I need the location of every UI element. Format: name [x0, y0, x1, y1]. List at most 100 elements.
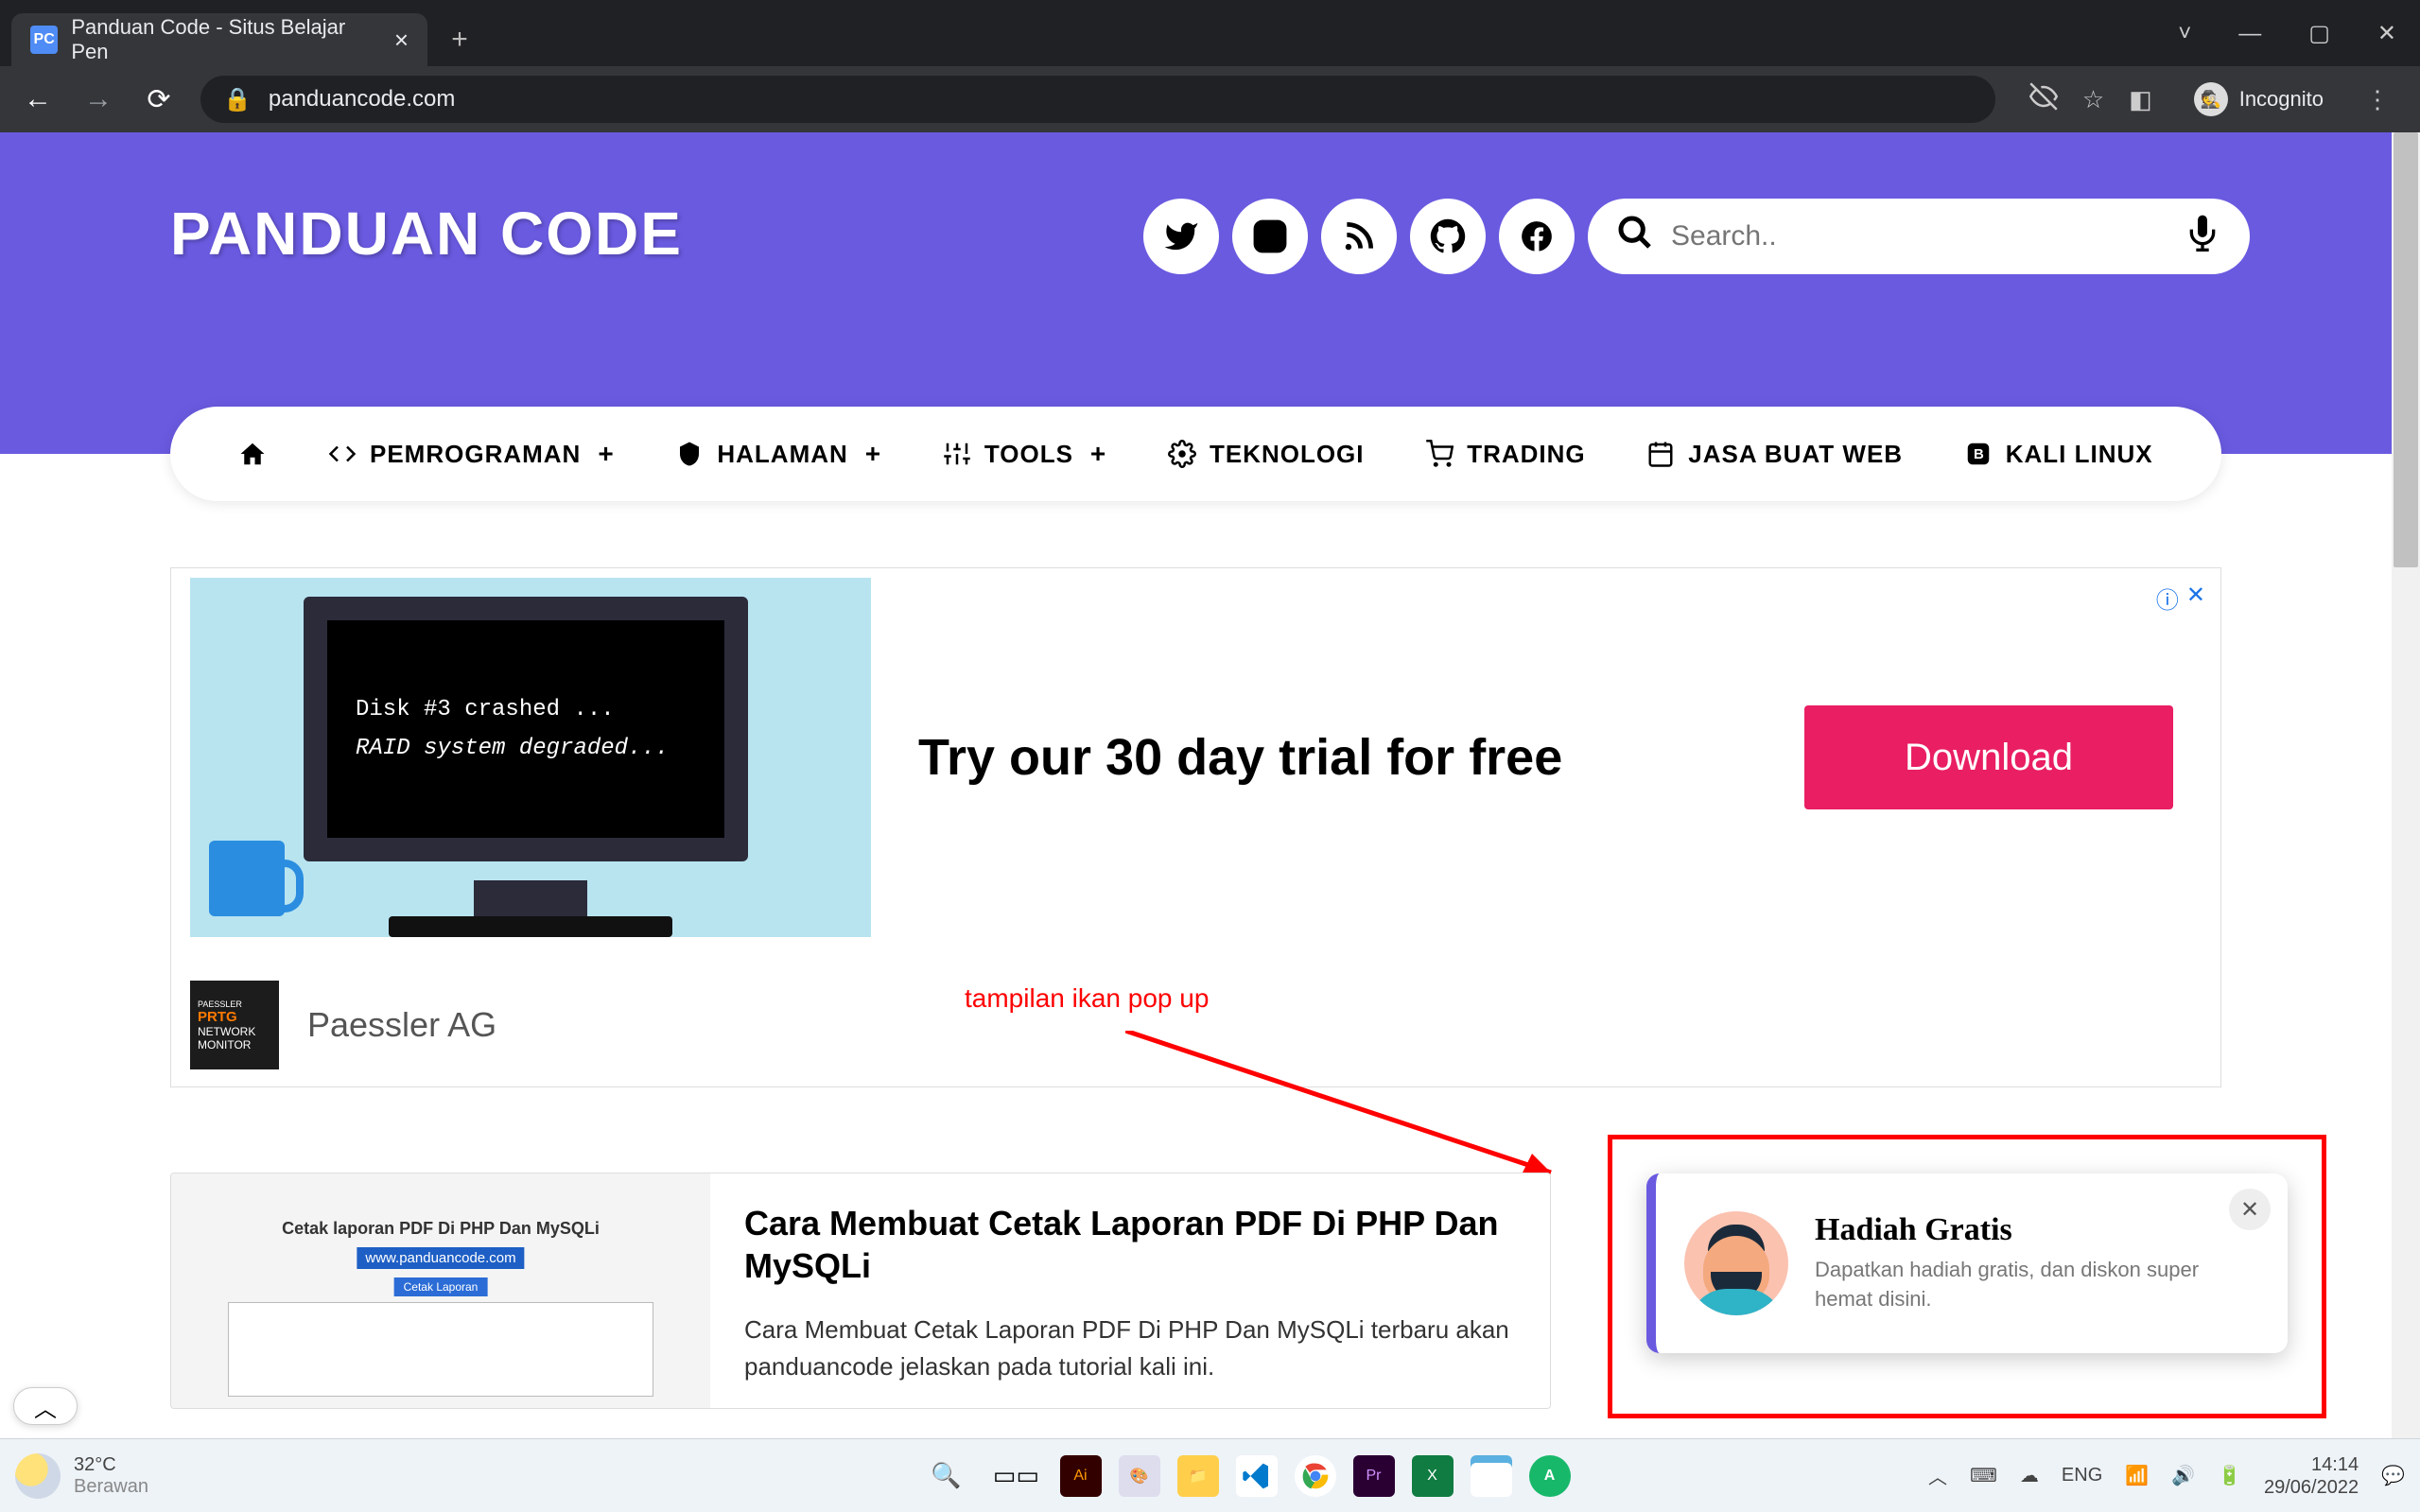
nav-label: KALI LINUX — [2006, 440, 2153, 469]
ad-advertiser: Paessler AG — [307, 1005, 496, 1045]
forward-button[interactable]: → — [79, 83, 117, 115]
article-thumbnail: Cetak laporan PDF Di PHP Dan MySQLi www.… — [171, 1173, 710, 1408]
vertical-scrollbar[interactable] — [2392, 132, 2420, 1438]
bookmark-star-icon[interactable]: ☆ — [2082, 85, 2104, 114]
site-brand[interactable]: PANDUAN CODE — [170, 199, 683, 269]
nav-label: TOOLS — [984, 440, 1073, 469]
task-view-icon[interactable]: ▭▭ — [990, 1450, 1043, 1503]
twitter-icon[interactable] — [1143, 199, 1219, 274]
excel-icon[interactable]: X — [1412, 1455, 1454, 1497]
minimize-icon[interactable]: — — [2238, 21, 2261, 47]
hero-section: PANDUAN CODE — [0, 132, 2420, 454]
svg-text:B: B — [1974, 446, 1985, 462]
maximize-icon[interactable]: ▢ — [2308, 20, 2330, 47]
ad-logo: PAESSLER PRTG NETWORK MONITOR — [190, 981, 279, 1069]
vscode-icon[interactable] — [1236, 1455, 1278, 1497]
search-icon — [1616, 214, 1654, 260]
gift-popup: Hadiah Gratis Dapatkan hadiah gratis, da… — [1646, 1173, 2288, 1353]
url-text: panduancode.com — [269, 86, 455, 113]
main-nav: PEMROGRAMAN+ HALAMAN+ TOOLS+ TEKNOLOGI T… — [170, 407, 2221, 501]
github-icon[interactable] — [1410, 199, 1486, 274]
ad-image: Disk #3 crashed ... RAID system degraded… — [190, 578, 871, 937]
ad-info-icon[interactable]: ⓘ — [2156, 582, 2179, 615]
back-button[interactable]: ← — [19, 83, 57, 115]
nav-pemrograman[interactable]: PEMROGRAMAN+ — [328, 439, 615, 469]
tray-clock[interactable]: 14:14 29/06/2022 — [2264, 1453, 2359, 1499]
start-button[interactable] — [850, 1450, 903, 1503]
illustrator-icon[interactable]: Ai — [1060, 1455, 1102, 1497]
lock-icon: 🔒 — [223, 86, 252, 113]
nav-halaman[interactable]: HALAMAN+ — [675, 439, 881, 469]
instagram-icon[interactable] — [1232, 199, 1308, 274]
tray-chevron-icon[interactable]: ︿ — [1928, 1462, 1947, 1489]
tray-notifications-icon[interactable]: 💬 — [2381, 1464, 2405, 1487]
tray-battery-icon[interactable]: 🔋 — [2218, 1464, 2241, 1487]
nav-label: JASA BUAT WEB — [1688, 440, 1903, 469]
popup-title: Hadiah Gratis — [1815, 1212, 2259, 1248]
address-bar[interactable]: 🔒 panduancode.com — [200, 76, 1995, 123]
search-input[interactable] — [1671, 220, 2167, 252]
avatar — [1684, 1211, 1788, 1315]
incognito-icon: 🕵️ — [2194, 82, 2228, 116]
facebook-icon[interactable] — [1499, 199, 1575, 274]
close-window-icon[interactable]: ✕ — [2377, 20, 2396, 47]
side-panel-icon[interactable]: ◧ — [2129, 85, 2152, 114]
new-tab-button[interactable]: + — [441, 21, 479, 59]
incognito-indicator[interactable]: 🕵️ Incognito — [2177, 77, 2341, 122]
incognito-label: Incognito — [2239, 87, 2324, 112]
nav-label: PEMROGRAMAN — [370, 440, 581, 469]
date: 29/06/2022 — [2264, 1476, 2359, 1499]
scroll-thumb[interactable] — [2394, 132, 2418, 567]
nav-tools[interactable]: TOOLS+ — [943, 439, 1106, 469]
chrome-icon[interactable] — [1295, 1455, 1336, 1497]
nav-home[interactable] — [238, 440, 267, 468]
annotation-label: tampilan ikan pop up — [965, 983, 1209, 1014]
article-card[interactable]: Cetak laporan PDF Di PHP Dan MySQLi www.… — [170, 1173, 1551, 1409]
premiere-icon[interactable]: Pr — [1353, 1455, 1395, 1497]
tray-keyboard-icon[interactable]: ⌨ — [1970, 1464, 1997, 1487]
ad-headline: Try our 30 day trial for free — [918, 728, 1562, 787]
notepad-icon[interactable] — [1471, 1455, 1512, 1497]
expand-button[interactable]: ︿ — [13, 1387, 78, 1425]
page-viewport: PANDUAN CODE PEMROGRAMAN+ HALAMAN+ — [0, 132, 2420, 1438]
browser-tab-active[interactable]: PC Panduan Code - Situs Belajar Pen × — [11, 13, 427, 66]
social-links — [1143, 199, 2250, 274]
tray-onedrive-icon[interactable]: ☁ — [2020, 1464, 2039, 1487]
nav-teknologi[interactable]: TEKNOLOGI — [1168, 440, 1365, 469]
taskbar-search-icon[interactable]: 🔍 — [920, 1450, 973, 1503]
ad-screen-line: Disk #3 crashed ... — [356, 697, 696, 722]
rss-icon[interactable] — [1321, 199, 1397, 274]
reload-button[interactable]: ⟳ — [140, 83, 178, 116]
time: 14:14 — [2264, 1453, 2359, 1476]
close-tab-icon[interactable]: × — [394, 26, 409, 55]
chevron-down-icon[interactable]: ˅ — [2178, 21, 2191, 47]
avast-icon[interactable]: A — [1529, 1455, 1571, 1497]
ad-screen-line: RAID system degraded... — [356, 736, 696, 761]
browser-tab-strip: PC Panduan Code - Situs Belajar Pen × + … — [0, 0, 2420, 66]
tray-volume-icon[interactable]: 🔊 — [2171, 1464, 2195, 1487]
app-icon[interactable]: 🎨 — [1119, 1455, 1160, 1497]
nav-label: HALAMAN — [717, 440, 847, 469]
tab-favicon: PC — [30, 26, 58, 54]
taskbar-weather[interactable]: 32°C Berawan — [15, 1453, 148, 1499]
nav-trading[interactable]: TRADING — [1425, 440, 1585, 469]
search-box[interactable] — [1588, 199, 2250, 274]
tray-language[interactable]: ENG — [2062, 1465, 2102, 1486]
nav-label: TRADING — [1467, 440, 1585, 469]
ad-close-icon[interactable]: ✕ — [2186, 582, 2205, 615]
eye-off-icon[interactable] — [2029, 82, 2058, 117]
tab-title: Panduan Code - Situs Belajar Pen — [71, 15, 381, 64]
tray-wifi-icon[interactable]: 📶 — [2125, 1464, 2149, 1487]
nav-jasa[interactable]: JASA BUAT WEB — [1646, 440, 1903, 469]
temperature: 32°C — [74, 1454, 148, 1476]
popup-close-button[interactable]: ✕ — [2229, 1189, 2271, 1230]
kebab-menu-icon[interactable]: ⋮ — [2365, 85, 2390, 114]
mic-icon[interactable] — [2184, 214, 2221, 260]
ad-download-button[interactable]: Download — [1804, 705, 2173, 809]
nav-label: TEKNOLOGI — [1210, 440, 1365, 469]
nav-kali[interactable]: B KALI LINUX — [1964, 440, 2153, 469]
weather-desc: Berawan — [74, 1476, 148, 1498]
windows-taskbar: 32°C Berawan 🔍 ▭▭ Ai 🎨 📁 Pr X A ︿ ⌨ ☁ EN… — [0, 1438, 2420, 1512]
file-explorer-icon[interactable]: 📁 — [1177, 1455, 1219, 1497]
popup-body: Dapatkan hadiah gratis, dan diskon super… — [1815, 1256, 2259, 1314]
